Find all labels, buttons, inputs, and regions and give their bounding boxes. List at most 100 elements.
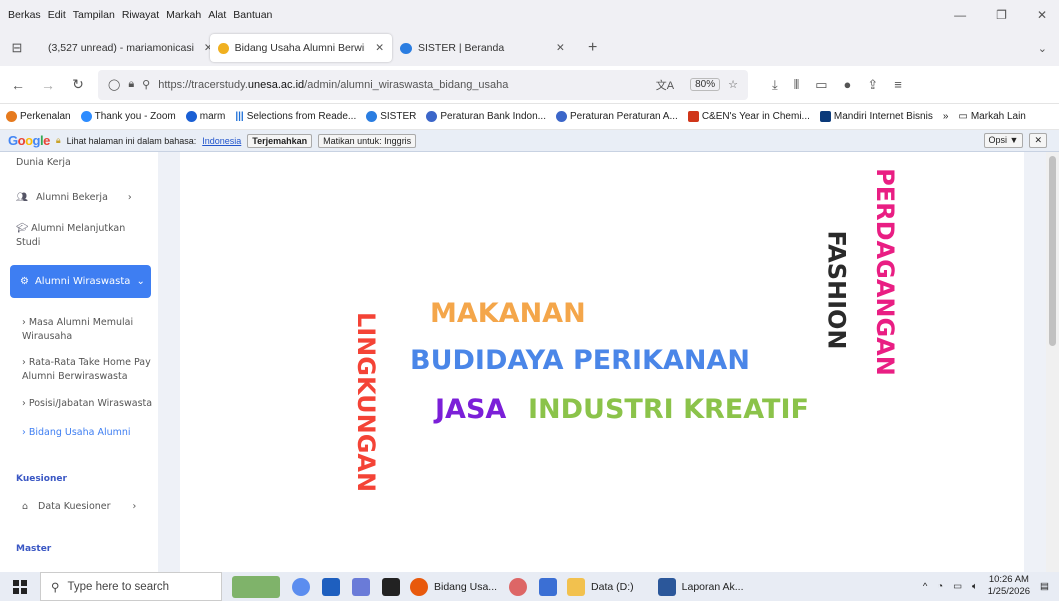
bookmarks-overflow-icon[interactable]: »: [943, 111, 949, 122]
url-text[interactable]: https://tracerstudy.unesa.ac.id/admin/al…: [158, 79, 508, 91]
word-industri-kreatif: INDUSTRI KREATIF: [528, 394, 809, 425]
battery-icon[interactable]: ▭: [953, 581, 962, 592]
search-icon: ⚲: [51, 581, 60, 594]
taskbar-app-word[interactable]: Laporan Ak...: [657, 577, 744, 596]
photos-icon[interactable]: [352, 577, 370, 596]
app-menu-icon[interactable]: ≡: [894, 77, 902, 93]
bookmark-item[interactable]: marm: [185, 111, 225, 122]
home-icon: ⌂: [22, 501, 29, 512]
bookmark-item[interactable]: C&EN's Year in Chemi...: [687, 111, 810, 122]
store-icon[interactable]: [322, 577, 340, 596]
tab-gmail[interactable]: (3,527 unread) - mariamonicasi ✕: [34, 34, 210, 62]
menu-alat[interactable]: Alat: [208, 9, 226, 21]
clock[interactable]: 10:26 AM 1/25/2026: [988, 574, 1030, 598]
close-tab-icon[interactable]: ✕: [556, 42, 565, 54]
tab-overflow-icon[interactable]: ⌄: [1038, 42, 1047, 55]
tab-sister[interactable]: SISTER | Beranda ✕: [392, 34, 582, 62]
zoom-level[interactable]: 80%: [690, 78, 721, 91]
sidebar-item-alumni-bekerja[interactable]: 👥︎ Alumni Bekerja ›: [16, 191, 132, 205]
sidebar-item-alumni-melanjutkan[interactable]: 🎓︎ Alumni Melanjutkan Studi: [16, 222, 146, 250]
zoom-icon: [80, 111, 92, 122]
chevron-down-icon: ⌄: [136, 276, 145, 287]
menu-riwayat[interactable]: Riwayat: [122, 9, 159, 21]
system-tray: ^ ◔ ▭ 🔈︎ 10:26 AM 1/25/2026 ▤: [923, 574, 1049, 598]
notification-icon[interactable]: ▤: [1040, 581, 1049, 592]
page-background-right: [1024, 152, 1046, 572]
bookmark-item[interactable]: Thank you - Zoom: [80, 111, 176, 122]
window-controls: — ❐ ✕: [954, 8, 1047, 22]
menu-markah[interactable]: Markah: [166, 9, 201, 21]
forward-icon[interactable]: →: [38, 77, 58, 93]
sidebar-icon[interactable]: ▭: [815, 77, 827, 93]
library-icon[interactable]: ⫴: [794, 77, 799, 93]
bookmark-item[interactable]: Peraturan Bank Indon...: [426, 111, 546, 122]
chevron-right-icon: ›: [132, 501, 137, 512]
copilot-icon[interactable]: [292, 577, 310, 596]
options-button[interactable]: Opsi ▼: [983, 133, 1024, 148]
word-fashion: FASHION: [822, 230, 851, 350]
account-icon[interactable]: ●: [844, 77, 852, 93]
reload-icon[interactable]: ↻: [68, 76, 88, 93]
other-bookmarks[interactable]: ▭ Markah Lain: [958, 111, 1025, 122]
windows-start-icon[interactable]: [0, 579, 40, 594]
bookmark-item[interactable]: Perkenalan: [6, 111, 71, 122]
menu-tampilan[interactable]: Tampilan: [73, 9, 115, 21]
close-window-icon[interactable]: ✕: [1037, 8, 1047, 22]
taskbar-search[interactable]: ⚲ Type here to search: [40, 572, 222, 601]
bookmark-item[interactable]: Peraturan Peraturan A...: [555, 111, 678, 122]
shield-icon[interactable]: ◯: [108, 78, 120, 91]
tab-label: SISTER | Beranda: [418, 42, 505, 54]
bookmark-item[interactable]: ||| Selections from Reade...: [235, 111, 356, 122]
chevron-right-icon: ›: [127, 192, 132, 203]
url-bar[interactable]: ◯ 🔒︎ ⚲ https://tracerstudy.unesa.ac.id/a…: [98, 69, 748, 100]
tab-list-icon[interactable]: ⊟: [0, 40, 34, 56]
sticky-notes-icon[interactable]: [382, 577, 400, 596]
language-select[interactable]: Indonesia: [202, 136, 241, 146]
widgets-icon[interactable]: [232, 575, 280, 598]
bookmark-icon: [555, 111, 567, 122]
taskbar-app-firefox[interactable]: Bidang Usa...: [410, 577, 497, 596]
new-tab-icon[interactable]: +: [588, 39, 597, 57]
chevron-up-icon[interactable]: ^: [923, 581, 927, 592]
share-icon[interactable]: ⇪: [867, 77, 878, 93]
bookmark-icon: [6, 111, 17, 122]
sidebar-sub-take-home-pay[interactable]: › Rata-Rata Take Home Pay Alumni Berwira…: [22, 356, 152, 384]
restore-icon[interactable]: ❐: [996, 8, 1007, 22]
page-scrollbar[interactable]: [1046, 152, 1059, 572]
tab-bidang-usaha[interactable]: Bidang Usaha Alumni Berwirasw ✕: [210, 34, 392, 62]
turn-off-button[interactable]: Matikan untuk: Inggris: [318, 133, 417, 148]
lock-icon[interactable]: 🔒︎: [128, 78, 134, 91]
bookmark-star-icon[interactable]: ☆: [728, 78, 738, 91]
cen-icon: [687, 111, 699, 122]
scrollbar-thumb[interactable]: [1049, 156, 1056, 346]
menu-berkas[interactable]: Berkas: [8, 9, 41, 21]
translate-button[interactable]: Terjemahkan: [247, 133, 313, 148]
sidebar-sub-masa-alumni[interactable]: › Masa Alumni Memulai Wirausaha: [22, 316, 142, 344]
sidebar-sub-bidang-usaha[interactable]: › Bidang Usaha Alumni: [22, 426, 131, 440]
minimize-icon[interactable]: —: [954, 8, 966, 22]
downloads-icon[interactable]: ⤓: [772, 77, 778, 93]
word-budidaya-perikanan: BUDIDAYA PERIKANAN: [410, 345, 750, 376]
sidebar-sub-posisi[interactable]: › Posisi/Jabatan Wiraswasta: [22, 397, 157, 411]
translate-text: Lihat halaman ini dalam bahasa:: [66, 135, 197, 146]
app-icon[interactable]: [539, 577, 558, 596]
taskbar-app-explorer[interactable]: Data (D:): [567, 577, 634, 596]
permissions-icon[interactable]: ⚲: [142, 78, 150, 91]
network-icon[interactable]: ◔: [937, 581, 943, 592]
tab-label: (3,527 unread) - mariamonicasi: [48, 42, 194, 54]
menu-edit[interactable]: Edit: [48, 9, 66, 21]
bookmarks-bar: Perkenalan Thank you - Zoom marm ||| Sele…: [0, 104, 1059, 130]
folder-icon: [567, 577, 586, 596]
menu-bantuan[interactable]: Bantuan: [233, 9, 272, 21]
translate-icon[interactable]: 文A: [656, 77, 674, 93]
close-tab-icon[interactable]: ✕: [375, 42, 384, 54]
bookmark-item[interactable]: SISTER: [366, 111, 416, 122]
bookmark-item[interactable]: Mandiri Internet Bisnis: [819, 111, 933, 122]
back-icon[interactable]: ←: [8, 77, 28, 93]
app-icon[interactable]: [509, 577, 528, 596]
sidebar-item-data-kuesioner[interactable]: ⌂ Data Kuesioner ›: [22, 500, 136, 514]
sidebar-item-alumni-wiraswasta[interactable]: ⚙︎ Alumni Wiraswasta ⌄: [10, 265, 151, 298]
volume-icon[interactable]: 🔈︎: [972, 581, 978, 592]
close-translate-icon[interactable]: ✕: [1029, 133, 1047, 148]
word-makanan: MAKANAN: [430, 298, 586, 329]
